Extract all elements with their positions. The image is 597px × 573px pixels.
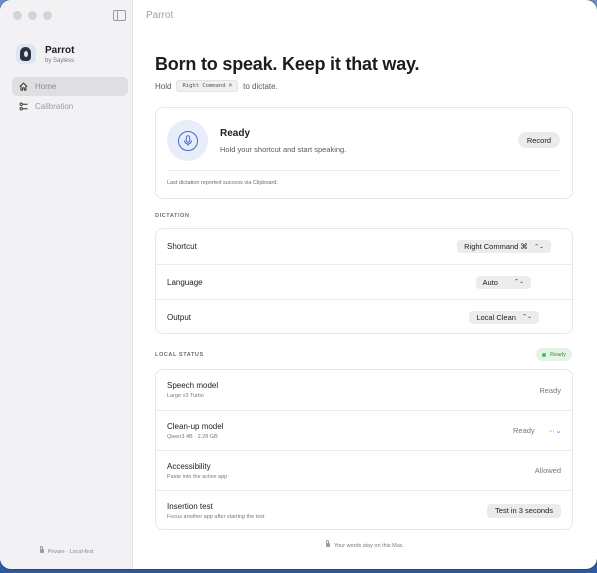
- status-title: Ready: [220, 128, 251, 139]
- chevron-down-icon: ⌄: [554, 427, 562, 435]
- output-select[interactable]: Local Clean ⌃⌄: [469, 310, 539, 324]
- status-dot-icon: [542, 352, 547, 357]
- dictation-section-label: DICTATION: [155, 213, 190, 219]
- hold-suffix: to dictate.: [243, 81, 278, 91]
- close-window-button[interactable]: [13, 11, 22, 20]
- select-value: Right Command ⌘: [464, 242, 528, 251]
- status-badge-label: Ready: [550, 351, 566, 358]
- house-icon: [19, 82, 28, 91]
- status-value: Ready: [513, 426, 535, 435]
- shortcut-key-badge: Right Command ⌘: [176, 80, 239, 92]
- status-sublabel: Focus another app after starting the tes…: [167, 513, 265, 520]
- window-title: Parrot: [146, 10, 174, 21]
- local-status-card: Speech model Large v3 Turbo Ready Clean-…: [155, 369, 573, 530]
- setting-label: Language: [167, 277, 203, 287]
- status-subtitle: Hold your shortcut and start speaking.: [220, 145, 347, 154]
- status-row-speech-model: Speech model Large v3 Turbo Ready: [156, 370, 572, 410]
- privacy-footer: Your words stay on this Mac.: [133, 540, 597, 549]
- microphone-icon: [177, 130, 198, 151]
- sidebar-item-calibration[interactable]: Calibration: [12, 97, 128, 116]
- chevron-updown-icon: ⌃⌄: [513, 279, 524, 285]
- sidebar: Parrot by Sayless Home Calibration Priva…: [0, 0, 133, 569]
- sidebar-toggle-icon[interactable]: [113, 10, 126, 21]
- status-badge: Ready: [536, 348, 572, 361]
- status-row-accessibility: Accessibility Paste into the active app …: [156, 450, 572, 490]
- sidebar-footer: Private · Local-first: [0, 546, 133, 555]
- zoom-window-button[interactable]: [43, 11, 52, 20]
- status-value: Allowed: [534, 466, 561, 475]
- last-dictation-note: Last dictation reported success via Clip…: [167, 180, 278, 186]
- shortcut-select[interactable]: Right Command ⌘ ⌃⌄: [457, 240, 551, 253]
- chevron-updown-icon: ⌃⌄: [521, 314, 532, 320]
- more-options-button[interactable]: ··· ⌄: [549, 427, 562, 435]
- sidebar-item-home[interactable]: Home: [12, 77, 128, 96]
- select-value: Local Clean: [476, 312, 516, 322]
- record-button[interactable]: Record: [517, 132, 560, 148]
- test-insertion-button[interactable]: Test in 3 seconds: [487, 503, 561, 518]
- page-title: Born to speak. Keep it that way.: [155, 54, 420, 74]
- status-value: Ready: [539, 385, 561, 395]
- setting-label: Shortcut: [167, 242, 197, 251]
- status-label: Insertion test: [167, 501, 213, 511]
- sidebar-item-label: Home: [35, 82, 57, 91]
- dictation-settings-card: Shortcut Right Command ⌘ ⌃⌄ Language Auto…: [155, 228, 573, 334]
- status-sublabel: Qwen3 4B · 2.28 GB: [167, 433, 218, 440]
- app-name: Parrot: [45, 44, 75, 56]
- lock-icon: [325, 540, 330, 547]
- status-label: Clean-up model: [167, 421, 224, 431]
- status-label: Accessibility: [167, 461, 211, 471]
- sidebar-item-label: Calibration: [35, 101, 74, 111]
- privacy-note: Your words stay on this Mac.: [333, 543, 405, 549]
- status-row-cleanup-model: Clean-up model Qwen3 4B · 2.28 GB Ready …: [156, 410, 572, 450]
- sidebar-nav: Home Calibration: [12, 77, 128, 116]
- select-value: Auto: [482, 277, 498, 287]
- dictation-status-card: Ready Hold your shortcut and start speak…: [155, 107, 573, 199]
- minimize-window-button[interactable]: [28, 11, 37, 20]
- app-identity: Parrot by Sayless: [16, 44, 74, 64]
- chevron-updown-icon: ⌃⌄: [533, 243, 544, 250]
- language-select[interactable]: Auto ⌃⌄: [475, 275, 531, 289]
- app-window: Parrot by Sayless Home Calibration Priva…: [0, 0, 597, 569]
- app-subtitle: by Sayless: [45, 57, 75, 64]
- sliders-icon: [19, 102, 28, 111]
- hold-prefix: Hold: [155, 81, 172, 91]
- divider: [167, 170, 561, 171]
- window-controls: [13, 11, 52, 20]
- setting-row-language: Language Auto ⌃⌄: [156, 264, 572, 299]
- lock-icon: [39, 546, 44, 553]
- setting-row-output: Output Local Clean ⌃⌄: [156, 299, 572, 334]
- setting-label: Output: [167, 312, 192, 322]
- parrot-logo-icon: [16, 44, 36, 64]
- privacy-label: Private · Local-first: [47, 549, 94, 555]
- status-sublabel: Paste into the active app: [167, 473, 228, 480]
- status-row-insertion-test: Insertion test Focus another app after s…: [156, 490, 572, 530]
- status-label: Speech model: [167, 381, 219, 390]
- main-content: Parrot Born to speak. Keep it that way. …: [133, 0, 597, 569]
- status-sublabel: Large v3 Turbo: [167, 393, 204, 399]
- hero-subtitle: Hold Right Command ⌘ to dictate.: [155, 80, 278, 92]
- local-status-section-label: LOCAL STATUS: [155, 352, 204, 358]
- microphone-badge: [167, 120, 208, 161]
- setting-row-shortcut: Shortcut Right Command ⌘ ⌃⌄: [156, 229, 572, 264]
